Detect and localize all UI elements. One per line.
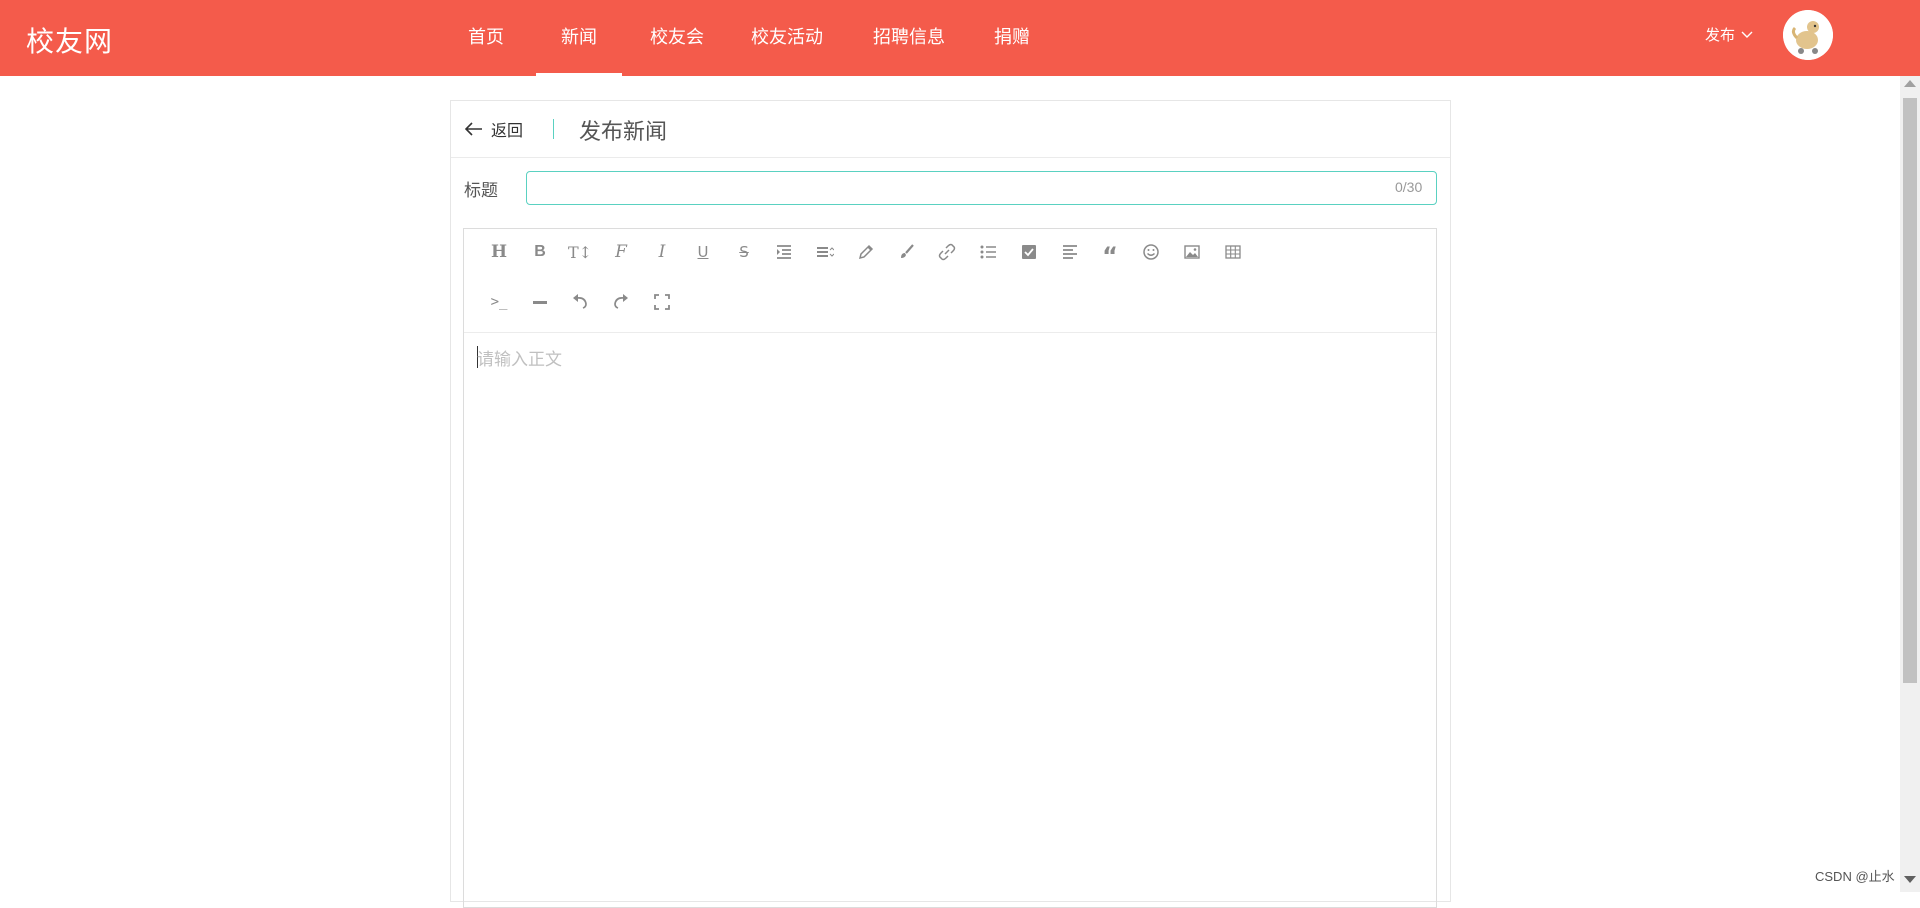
image-icon[interactable] xyxy=(1177,237,1207,267)
divider-icon[interactable] xyxy=(525,287,555,317)
title-label: 标题 xyxy=(464,181,498,201)
site-logo[interactable]: 校友网 xyxy=(26,20,113,60)
nav-item-jobs[interactable]: 招聘信息 xyxy=(869,0,949,76)
checkbox-icon[interactable] xyxy=(1014,237,1044,267)
body-textarea-placeholder[interactable]: 请输入正文 xyxy=(477,345,562,370)
title-input[interactable] xyxy=(526,171,1437,205)
code-icon[interactable]: >_ xyxy=(484,287,514,317)
publish-news-card: 返回 发布新闻 标题 0/30 H B T↕ F I U S “ >_ 请输入正… xyxy=(450,100,1451,908)
table-icon[interactable] xyxy=(1218,237,1248,267)
page-scrollbar[interactable] xyxy=(1900,76,1920,892)
pencil-icon[interactable] xyxy=(851,237,881,267)
scroll-thumb[interactable] xyxy=(1903,98,1917,683)
back-button[interactable]: 返回 xyxy=(465,117,523,141)
nav-item-alumni-association[interactable]: 校友会 xyxy=(646,0,708,76)
title-char-counter: 0/30 xyxy=(1395,179,1423,195)
font-size-icon[interactable]: T↕ xyxy=(565,237,595,267)
publish-label: 发布 xyxy=(1705,26,1736,44)
top-navbar: 校友网 首页 新闻 校友会 校友活动 招聘信息 捐赠 发布 xyxy=(0,0,1920,76)
scroll-up-arrow-icon[interactable] xyxy=(1904,80,1916,87)
markdown-editor: H B T↕ F I U S “ >_ 请输入正文 xyxy=(463,228,1437,908)
fullscreen-icon[interactable] xyxy=(647,287,677,317)
nav-item-alumni-events[interactable]: 校友活动 xyxy=(747,0,827,76)
heading-icon[interactable]: H xyxy=(484,237,514,267)
scroll-down-arrow-icon[interactable] xyxy=(1904,876,1916,883)
font-family-icon[interactable]: F xyxy=(606,237,636,267)
link-icon[interactable] xyxy=(932,237,962,267)
list-icon[interactable] xyxy=(973,237,1003,267)
brush-icon[interactable] xyxy=(892,237,922,267)
header-divider xyxy=(553,119,554,139)
line-height-icon[interactable] xyxy=(810,237,840,267)
bold-icon[interactable]: B xyxy=(525,237,555,267)
avatar[interactable] xyxy=(1783,10,1833,60)
quote-icon[interactable]: “ xyxy=(1095,237,1125,268)
underline-icon[interactable]: U xyxy=(688,237,718,267)
nav-item-home[interactable]: 首页 xyxy=(464,0,508,76)
undo-icon[interactable] xyxy=(565,287,595,317)
strikethrough-icon[interactable]: S xyxy=(729,237,759,267)
indent-icon[interactable] xyxy=(769,237,799,267)
nav-item-news[interactable]: 新闻 xyxy=(536,0,622,76)
arrow-left-icon xyxy=(465,122,482,136)
editor-toolbar: H B T↕ F I U S “ >_ xyxy=(464,229,1436,333)
align-left-icon[interactable] xyxy=(1055,237,1085,267)
watermark: CSDN @止水 xyxy=(1815,869,1895,884)
page-title: 发布新闻 xyxy=(579,120,668,145)
emoji-icon[interactable] xyxy=(1136,237,1166,267)
avatar-image xyxy=(1783,10,1833,60)
nav-item-donate[interactable]: 捐赠 xyxy=(990,0,1034,76)
chevron-down-icon xyxy=(1741,31,1753,38)
publish-dropdown[interactable]: 发布 xyxy=(1705,24,1753,45)
redo-icon[interactable] xyxy=(606,287,636,317)
page-header: 返回 发布新闻 xyxy=(451,101,1450,158)
italic-icon[interactable]: I xyxy=(647,237,677,267)
back-label: 返回 xyxy=(491,121,524,140)
